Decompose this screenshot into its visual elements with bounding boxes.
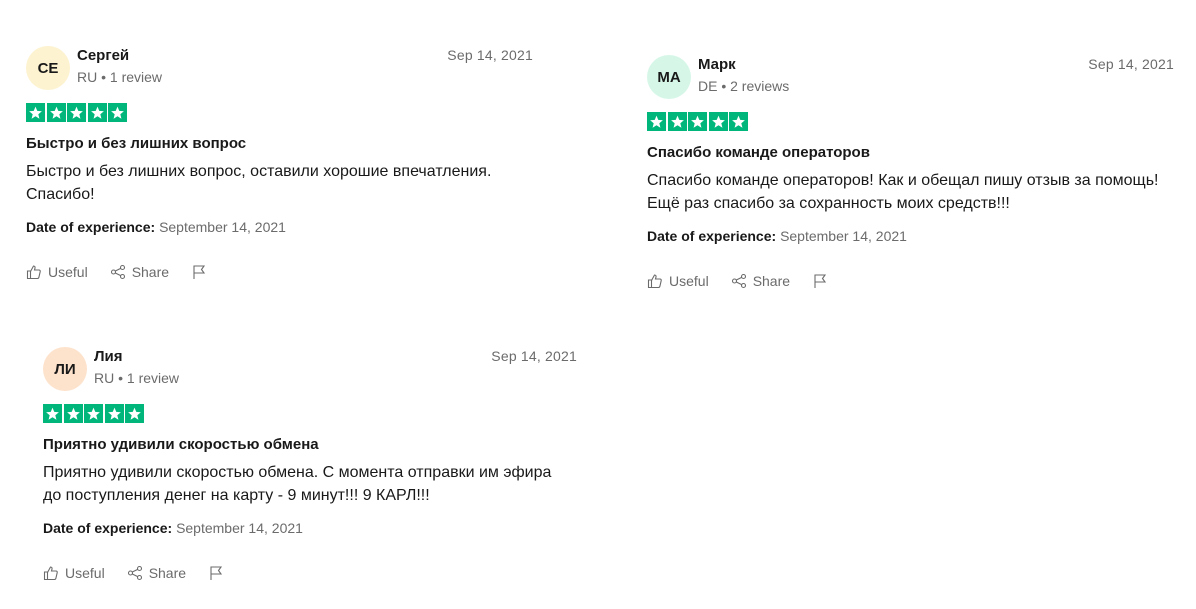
star-icon (108, 103, 127, 122)
star-icon (43, 404, 62, 423)
review-title[interactable]: Быстро и без лишних вопрос (26, 134, 533, 154)
thumbs-up-icon (647, 274, 662, 289)
reviewer-name[interactable]: Марк (698, 56, 736, 73)
useful-button[interactable]: Useful (26, 264, 88, 280)
review-date: Sep 14, 2021 (1088, 56, 1174, 72)
review-body-line: Спасибо команде операторов! Как и обещал… (647, 172, 1159, 189)
star-icon (63, 404, 83, 423)
thumbs-up-icon (43, 566, 58, 581)
share-button[interactable]: Share (127, 565, 186, 581)
useful-label: Useful (65, 565, 105, 581)
review-card: CE Сергей RU • 1 review Sep 14, 2021 Быс… (26, 44, 533, 282)
share-label: Share (148, 565, 187, 581)
star-icon (46, 103, 66, 122)
report-button[interactable] (191, 264, 213, 280)
star-icon (647, 112, 666, 131)
useful-label: Useful (669, 273, 709, 289)
star-icon (729, 112, 748, 131)
review-date: Sep 14, 2021 (447, 47, 533, 63)
useful-label: Useful (48, 264, 88, 280)
share-icon (110, 264, 125, 280)
review-actions: Useful Share (647, 271, 1174, 291)
review-body-line: Спасибо! (26, 186, 95, 203)
review-body-line: Ещё раз спасибо за сохранность моих сред… (647, 195, 1010, 212)
share-label: Share (752, 273, 791, 289)
star-rating (26, 103, 533, 123)
review-body: Спасибо команде операторов! Как и обещал… (647, 169, 1174, 215)
star-icon (67, 103, 86, 122)
useful-button[interactable]: Useful (43, 565, 105, 581)
share-button[interactable]: Share (731, 273, 790, 289)
reviewer-meta: DE • 2 reviews (698, 78, 790, 94)
date-of-experience-value: September 14, 2021 (780, 228, 907, 244)
date-of-experience-label: Date of experience: (647, 228, 777, 244)
star-icon (26, 103, 45, 122)
date-of-experience-label: Date of experience: (43, 520, 173, 536)
review-actions: Useful Share (43, 563, 577, 583)
date-of-experience: Date of experience: September 14, 2021 (43, 519, 577, 537)
star-icon (688, 112, 707, 131)
star-icon (708, 112, 728, 131)
useful-button[interactable]: Useful (647, 273, 709, 289)
share-label: Share (131, 264, 170, 280)
review-body-line: Приятно удивили скоростью обмена. С моме… (43, 464, 552, 481)
flag-icon (814, 274, 827, 288)
reviewer-meta: RU • 1 review (77, 69, 163, 85)
share-icon (731, 273, 746, 289)
flag-icon (210, 566, 223, 580)
review-date: Sep 14, 2021 (491, 348, 577, 364)
star-icon (667, 112, 687, 131)
review-card: ЛИ Лия RU • 1 review Sep 14, 2021 Приятн… (43, 345, 577, 583)
share-button[interactable]: Share (110, 264, 169, 280)
share-icon (127, 565, 142, 581)
review-body-line: Быстро и без лишних вопрос, оставили хор… (26, 163, 492, 180)
date-of-experience-label: Date of experience: (26, 219, 156, 235)
star-rating (43, 404, 577, 424)
thumbs-up-icon (26, 265, 41, 280)
avatar[interactable]: ЛИ (43, 347, 87, 391)
flag-icon (193, 265, 206, 279)
star-icon (84, 404, 103, 423)
reviewer-name[interactable]: Сергей (77, 47, 129, 64)
review-actions: Useful Share (26, 262, 533, 282)
avatar[interactable]: MA (647, 55, 691, 99)
star-rating (647, 112, 1174, 132)
review-body: Быстро и без лишних вопрос, оставили хор… (26, 160, 533, 206)
review-body-line: до поступления денег на карту - 9 минут!… (43, 487, 430, 504)
review-body: Приятно удивили скоростью обмена. С моме… (43, 461, 577, 507)
date-of-experience-value: September 14, 2021 (159, 219, 286, 235)
date-of-experience: Date of experience: September 14, 2021 (26, 218, 533, 236)
review-title[interactable]: Приятно удивили скоростью обмена (43, 435, 577, 455)
review-card: MA Марк DE • 2 reviews Sep 14, 2021 Спас… (647, 53, 1174, 291)
avatar[interactable]: CE (26, 46, 70, 90)
review-title[interactable]: Спасибо команде операторов (647, 143, 1174, 163)
report-button[interactable] (812, 273, 834, 289)
star-icon (125, 404, 144, 423)
date-of-experience-value: September 14, 2021 (176, 520, 303, 536)
star-icon (87, 103, 107, 122)
star-icon (104, 404, 124, 423)
reviewer-meta: RU • 1 review (94, 370, 180, 386)
reviewer-name[interactable]: Лия (94, 348, 123, 365)
report-button[interactable] (208, 565, 230, 581)
date-of-experience: Date of experience: September 14, 2021 (647, 227, 1174, 245)
